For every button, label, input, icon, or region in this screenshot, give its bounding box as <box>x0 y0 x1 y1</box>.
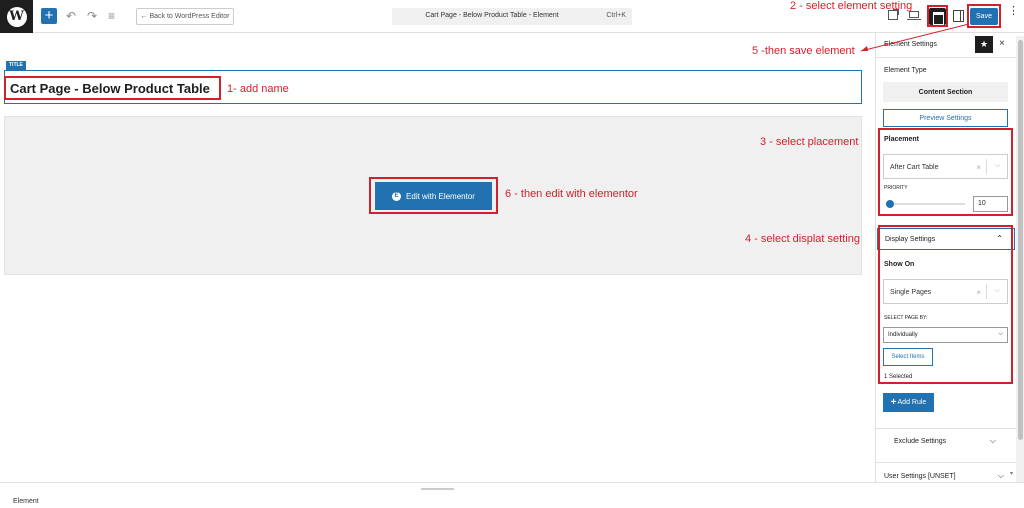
plus-icon: + <box>890 397 897 408</box>
chevron-down-icon: ⌵ <box>989 436 996 445</box>
exclude-settings-label: Exclude Settings <box>894 438 947 445</box>
add-rule-label: Add Rule <box>897 399 927 406</box>
options-menu-icon[interactable]: ⋮ <box>1008 6 1019 17</box>
add-rule-button[interactable]: + Add Rule <box>883 393 934 412</box>
user-settings-label: User Settings [UNSET] <box>884 473 956 480</box>
back-to-editor-button[interactable]: ← Back to WordPress Editor <box>136 8 234 25</box>
sidebar-divider <box>875 57 1016 58</box>
annotation-box-placement <box>878 128 1013 216</box>
annotation-3: 3 - select placement <box>760 136 859 148</box>
annotation-2: 2 - select element setting <box>790 0 913 12</box>
annotation-5: 5 -then save element <box>752 45 855 57</box>
sidebar-divider <box>875 428 1016 429</box>
annotation-box-save <box>967 4 1001 28</box>
close-icon[interactable]: × <box>999 38 1005 49</box>
annotation-6: 6 - then edit with elementor <box>505 188 638 200</box>
annotation-box-elementor <box>369 177 498 214</box>
chevron-down-icon: ⌵ <box>997 471 1004 480</box>
title-tag: TITLE <box>6 61 26 70</box>
shortcut-hint: Ctrl+K <box>606 12 626 19</box>
wordpress-logo-glyph: W <box>6 6 27 27</box>
document-title: Cart Page - Below Product Table - Elemen… <box>425 12 559 19</box>
add-block-button[interactable]: + <box>41 8 57 24</box>
sidebar-title: Element Settings <box>884 41 937 48</box>
element-type-value: Content Section <box>883 82 1008 102</box>
star-icon[interactable]: ★ <box>975 36 993 53</box>
element-type-label: Element Type <box>884 67 927 74</box>
annotation-box-display <box>878 225 1013 384</box>
command-palette-bar[interactable]: Cart Page - Below Product Table - Elemen… <box>392 8 632 25</box>
exclude-settings-header[interactable]: Exclude Settings ⌵ <box>877 431 1015 453</box>
annotation-4: 4 - select displat setting <box>745 233 860 245</box>
wordpress-logo-icon[interactable]: W <box>0 0 33 33</box>
undo-icon[interactable]: ↶ <box>66 9 76 23</box>
sidebar-divider <box>875 462 1016 463</box>
footer-breadcrumb-bar: Element <box>0 482 1024 508</box>
annotation-box-settings <box>927 5 948 27</box>
sidebar-toggle-icon[interactable] <box>953 10 964 22</box>
document-overview-icon[interactable]: ≡ <box>108 9 115 23</box>
redo-icon[interactable]: ↷ <box>87 9 97 23</box>
resize-handle[interactable] <box>421 488 454 490</box>
breadcrumb[interactable]: Element <box>13 498 39 505</box>
preview-settings-button[interactable]: Preview Settings <box>883 109 1008 127</box>
annotation-box-title <box>4 76 221 100</box>
sidebar-scroll-thumb[interactable] <box>1018 40 1023 440</box>
annotation-1: 1- add name <box>227 83 289 95</box>
device-preview-icon[interactable] <box>907 11 921 20</box>
